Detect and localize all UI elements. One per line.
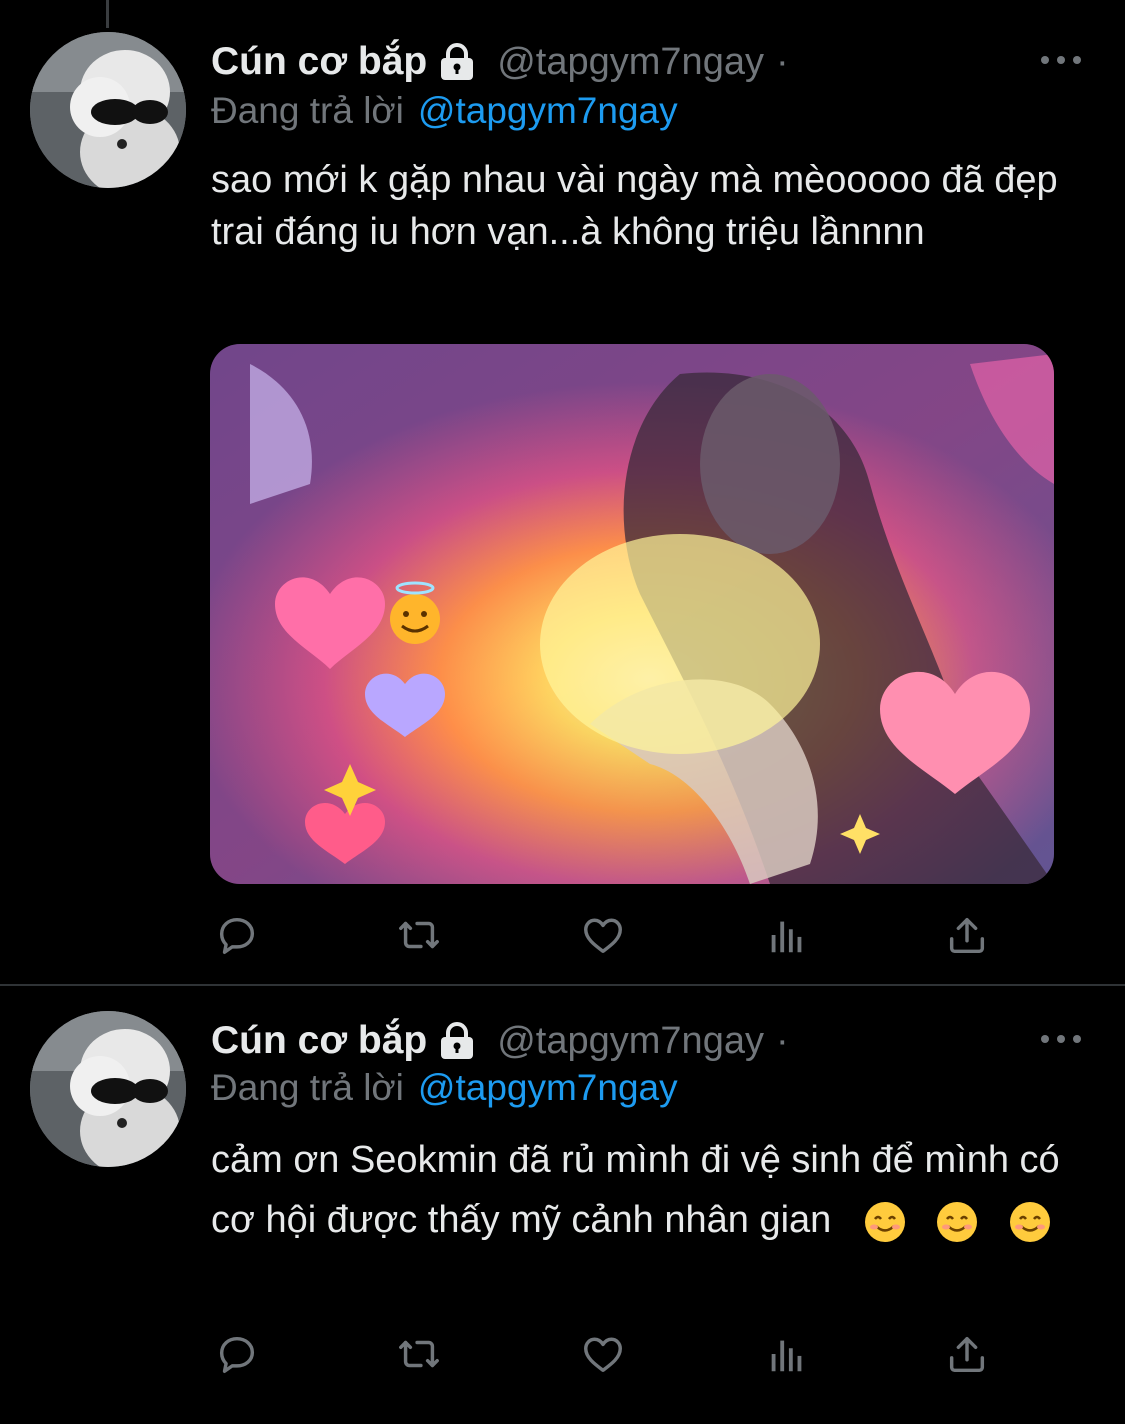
- tweet[interactable]: Cún cơ bắp @tapgym7ngay · Đang trả lời @t…: [0, 987, 1125, 1424]
- tweet[interactable]: Cún cơ bắp @tapgym7ngay · Đang trả lời @t…: [0, 0, 1125, 985]
- replying-to: Đang trả lời @tapgym7ngay: [211, 1067, 678, 1109]
- tweet-text: sao mới k gặp nhau vài ngày mà mèooooo đ…: [211, 159, 1058, 253]
- more-options-icon[interactable]: [1041, 50, 1081, 70]
- reply-prefix: Đang trả lời: [211, 1067, 404, 1108]
- smiling-face-icon: [1009, 1201, 1050, 1242]
- like-icon[interactable]: [578, 1329, 628, 1379]
- retweet-icon[interactable]: [394, 910, 444, 960]
- tweet-divider: [0, 984, 1125, 986]
- reply-prefix: Đang trả lời: [211, 90, 404, 131]
- tweet-header: Cún cơ bắp @tapgym7ngay ·: [211, 1013, 789, 1069]
- replying-to: Đang trả lời @tapgym7ngay: [211, 90, 678, 132]
- avatar[interactable]: [30, 1011, 186, 1167]
- views-icon[interactable]: [762, 1329, 812, 1379]
- lock-icon: [437, 43, 477, 81]
- reply-icon[interactable]: [212, 910, 262, 960]
- dog-avatar-image: [30, 32, 186, 188]
- tweet-text: cảm ơn Seokmin đã rủ mình đi vệ sinh để …: [211, 1130, 1071, 1250]
- reply-icon[interactable]: [212, 1329, 262, 1379]
- views-icon[interactable]: [762, 910, 812, 960]
- separator-dot: ·: [775, 40, 789, 83]
- tweet-header: Cún cơ bắp @tapgym7ngay ·: [211, 34, 789, 90]
- glowing-figure-meme-image: [210, 344, 1054, 884]
- tweet-actions: [212, 910, 992, 960]
- smiling-face-icon: [864, 1201, 905, 1242]
- smiling-face-icon: [937, 1201, 978, 1242]
- tweet-actions: [212, 1329, 992, 1379]
- author-handle[interactable]: @tapgym7ngay: [497, 1020, 764, 1063]
- tweet-media-image[interactable]: [210, 344, 1054, 884]
- author-name[interactable]: Cún cơ bắp: [211, 40, 427, 84]
- separator-dot: ·: [775, 1019, 789, 1062]
- author-name[interactable]: Cún cơ bắp: [211, 1019, 427, 1063]
- reply-mention-link[interactable]: @tapgym7ngay: [418, 90, 678, 131]
- dog-avatar-image: [30, 1011, 186, 1167]
- reply-mention-link[interactable]: @tapgym7ngay: [418, 1067, 678, 1108]
- share-icon[interactable]: [942, 1329, 992, 1379]
- smiling-face-emojis: 😊 😊 😊: [864, 1199, 1065, 1242]
- like-icon[interactable]: [578, 910, 628, 960]
- author-handle[interactable]: @tapgym7ngay: [497, 41, 764, 84]
- share-icon[interactable]: [942, 910, 992, 960]
- lock-icon: [437, 1022, 477, 1060]
- avatar[interactable]: [30, 32, 186, 188]
- retweet-icon[interactable]: [394, 1329, 444, 1379]
- more-options-icon[interactable]: [1041, 1029, 1081, 1049]
